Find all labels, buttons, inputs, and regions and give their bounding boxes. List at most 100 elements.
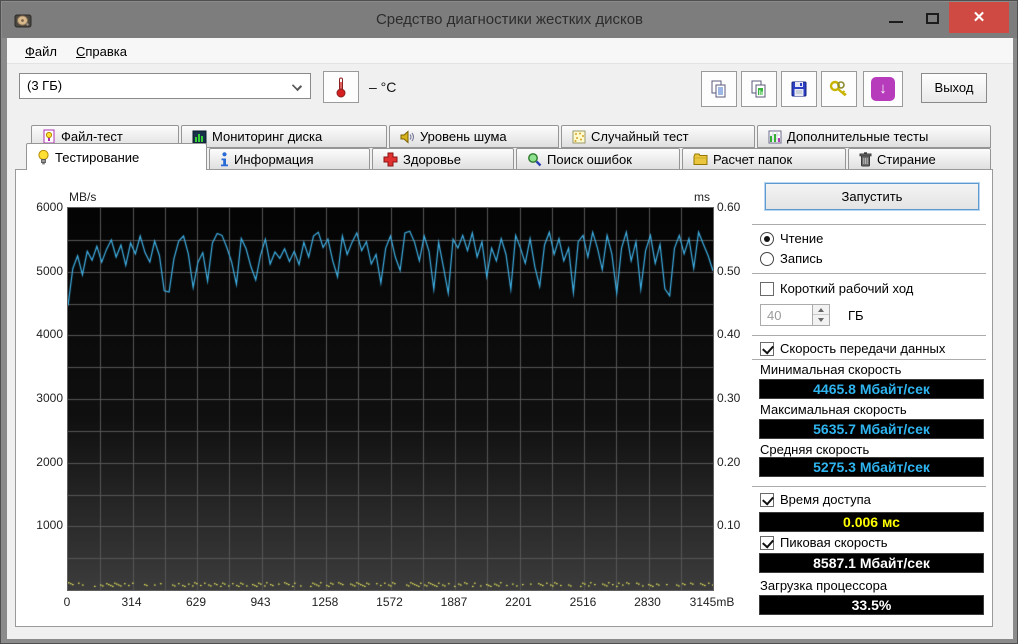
access-time-label: Время доступа <box>780 492 871 507</box>
spinner-down-icon[interactable] <box>813 315 829 325</box>
app-window: Средство диагностики жестких дисков ✕ Фа… <box>0 0 1018 644</box>
temperature-value: – °C <box>369 79 397 95</box>
exit-button[interactable]: Выход <box>921 73 987 103</box>
menu-file[interactable]: Файл <box>19 42 63 61</box>
title-bar[interactable]: Средство диагностики жестких дисков <box>2 2 1017 38</box>
y-left-tick: 5000 <box>36 263 63 278</box>
max-speed-value: 5635.7 Мбайт/сек <box>759 419 984 439</box>
y-left-tick: 4000 <box>36 327 63 342</box>
write-radio-row[interactable]: Запись <box>760 251 823 266</box>
minimize-button[interactable] <box>881 7 911 31</box>
y-left-tick: 1000 <box>36 518 63 533</box>
x-tick: 2516 <box>569 595 597 609</box>
tab-label: Поиск ошибок <box>547 151 632 167</box>
size-spinner-value: 40 <box>767 308 782 323</box>
hard-disk-icon <box>13 11 33 31</box>
burst-rate-label: Пиковая скорость <box>780 535 888 550</box>
x-tick: 1572 <box>376 595 403 609</box>
tab-info[interactable]: Информация <box>209 148 370 170</box>
right-axis-unit: ms <box>694 190 710 204</box>
temperature-button[interactable] <box>323 71 359 103</box>
divider <box>752 273 986 274</box>
tab-label: Дополнительные тесты <box>787 129 929 144</box>
tab-label: Тестирование <box>55 149 140 165</box>
close-button[interactable]: ✕ <box>949 2 1009 33</box>
save-icon <box>789 79 809 99</box>
maximize-button[interactable] <box>917 7 947 31</box>
avg-speed-value: 5275.3 Мбайт/сек <box>759 457 984 477</box>
copy-image-button[interactable] <box>741 71 777 107</box>
tab-disk-monitor[interactable]: Мониторинг диска <box>181 125 387 148</box>
tab-benchmark-active[interactable]: Тестирование <box>26 143 207 170</box>
left-axis-unit: MB/s <box>69 190 97 204</box>
tab-label: Случайный тест <box>591 129 689 144</box>
x-tick: 2201 <box>505 595 532 609</box>
y-left-tick: 2000 <box>36 454 63 469</box>
y-right-tick: 0.50 <box>717 263 741 278</box>
capacity-dropdown[interactable]: (3 ГБ) <box>19 73 311 99</box>
tab-random-test[interactable]: Случайный тест <box>561 125 755 148</box>
tab-label: Уровень шума <box>420 129 507 144</box>
tab-health[interactable]: Здоровье <box>372 148 514 170</box>
divider <box>752 224 986 225</box>
y-right-tick: 0.30 <box>717 391 741 405</box>
menu-help[interactable]: Справка <box>70 42 133 61</box>
y-left-tick: 3000 <box>36 391 63 405</box>
copy-image-icon <box>749 79 769 99</box>
access-time-checkbox[interactable] <box>760 492 774 507</box>
file-test-icon <box>42 129 56 144</box>
benchmark-chart[interactable] <box>67 207 714 591</box>
short-stroke-row[interactable]: Короткий рабочий ход <box>760 281 913 296</box>
y-right-tick: 0.20 <box>717 454 741 469</box>
magnifier-icon <box>527 152 542 167</box>
x-tick: 3145mB <box>689 595 735 609</box>
avg-speed-label: Средняя скорость <box>760 442 870 457</box>
random-test-icon <box>572 130 586 144</box>
keys-icon <box>828 79 850 99</box>
y-right-tick: 0.60 <box>717 200 741 214</box>
max-speed-label: Максимальная скорость <box>760 402 907 417</box>
transfer-checkbox-row[interactable]: Скорость передачи данных <box>760 341 945 356</box>
read-radio[interactable] <box>760 231 774 246</box>
x-tick: 629 <box>185 595 207 609</box>
x-tick: 943 <box>250 595 271 609</box>
transfer-checkbox[interactable] <box>760 341 774 356</box>
transfer-checkbox-label: Скорость передачи данных <box>780 341 946 356</box>
download-button[interactable]: ↓ <box>863 71 903 107</box>
read-radio-row[interactable]: Чтение <box>760 231 823 246</box>
divider <box>752 335 986 336</box>
access-time-row[interactable]: Время доступа <box>760 492 871 507</box>
cpu-usage-label: Загрузка процессора <box>760 578 888 593</box>
burst-rate-row[interactable]: Пиковая скорость <box>760 535 888 550</box>
tab-error-scan[interactable]: Поиск ошибок <box>516 148 680 170</box>
x-tick: 2830 <box>634 595 661 609</box>
tab-erase[interactable]: Стирание <box>848 148 991 170</box>
tab-folder-usage[interactable]: Расчет папок <box>682 148 846 170</box>
options-button[interactable] <box>821 71 857 107</box>
y-left-tick: 6000 <box>36 200 63 214</box>
x-tick: 1887 <box>440 595 468 609</box>
copy-icon <box>709 79 729 99</box>
write-radio[interactable] <box>760 251 774 266</box>
tab-extra-tests[interactable]: Дополнительные тесты <box>757 125 991 148</box>
y-right-tick: 0.40 <box>717 327 741 342</box>
copy-text-button[interactable] <box>701 71 737 107</box>
size-spinner[interactable]: 40 <box>760 304 830 326</box>
info-icon <box>220 151 229 167</box>
x-tick: 1258 <box>311 595 339 609</box>
download-icon: ↓ <box>871 77 895 101</box>
x-tick: 314 <box>121 595 142 609</box>
chevron-down-icon <box>291 80 303 92</box>
start-button[interactable]: Запустить <box>765 183 979 210</box>
short-stroke-label: Короткий рабочий ход <box>780 281 914 296</box>
spinner-up-icon[interactable] <box>813 305 829 315</box>
access-time-value: 0.006 мс <box>759 512 984 532</box>
burst-rate-checkbox[interactable] <box>760 535 774 550</box>
x-tick: 0 <box>63 595 71 609</box>
tab-noise-level[interactable]: Уровень шума <box>389 125 559 148</box>
tab-label: Информация <box>234 151 314 167</box>
trash-icon <box>859 151 872 167</box>
short-stroke-checkbox[interactable] <box>760 281 774 296</box>
benchmark-page: MB/s ms 6000 5000 4000 3000 2000 1000 0.60 0.5… <box>15 169 993 627</box>
save-button[interactable] <box>781 71 817 107</box>
